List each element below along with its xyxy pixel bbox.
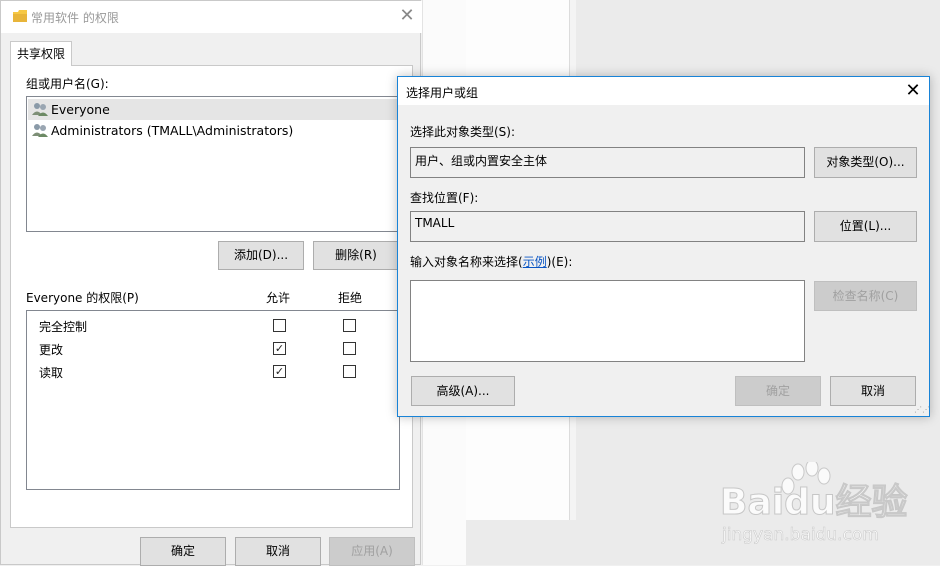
examples-link[interactable]: 示例 [523, 255, 547, 269]
ok-button[interactable]: 确定 [140, 537, 226, 566]
enter-names-label: 输入对象名称来选择(示例)(E): [410, 253, 572, 270]
allow-column-header: 允许 [266, 291, 291, 305]
check-names-button[interactable]: 检查名称(C) [814, 281, 917, 311]
location-field: TMALL [410, 211, 805, 242]
permissions-list: 完全控制 更改 ✓ 读取 ✓ [26, 310, 400, 490]
object-type-label: 选择此对象类型(S): [410, 125, 516, 139]
enter-names-label-prefix: 输入对象名称来选择( [410, 255, 523, 269]
close-icon[interactable]: ✕ [397, 6, 417, 26]
advanced-button[interactable]: 高级(A)... [411, 376, 515, 406]
folder-icon [13, 10, 27, 22]
dialog-titlebar[interactable]: 选择用户或组 ✕ [398, 77, 929, 105]
tab-share-permissions[interactable]: 共享权限 [10, 41, 72, 66]
permission-label: 完全控制 [39, 320, 88, 334]
list-item[interactable]: Everyone [28, 99, 398, 120]
deny-column-header: 拒绝 [338, 291, 363, 305]
allow-checkbox[interactable] [273, 319, 286, 332]
resize-grip-icon[interactable]: ⋰⋰ [914, 405, 930, 415]
locations-button[interactable]: 位置(L)... [814, 211, 917, 242]
watermark-url: jingyan.baidu.com [721, 525, 879, 545]
watermark-brand: Baidu经验 [720, 482, 907, 523]
users-icon [32, 103, 48, 116]
close-icon[interactable]: ✕ [902, 80, 924, 102]
object-types-button[interactable]: 对象类型(O)... [814, 147, 917, 178]
deny-checkbox[interactable] [343, 365, 356, 378]
permissions-window-title: 常用软件 的权限 [31, 11, 119, 25]
object-names-input[interactable] [410, 280, 805, 362]
cancel-button[interactable]: 取消 [235, 537, 321, 566]
ok-button[interactable]: 确定 [735, 376, 821, 406]
cancel-button[interactable]: 取消 [830, 376, 916, 406]
user-name: Administrators (TMALL\Administrators) [51, 123, 294, 138]
allow-checkbox[interactable]: ✓ [273, 365, 286, 378]
users-icon [32, 124, 48, 137]
user-list[interactable]: Everyone Administrators (TMALL\Administr… [26, 96, 400, 232]
deny-checkbox[interactable] [343, 319, 356, 332]
apply-button[interactable]: 应用(A) [329, 537, 415, 566]
baidu-watermark: Baidu经验 jingyan.baidu.com [720, 462, 908, 545]
permission-label: 读取 [39, 366, 64, 380]
enter-names-label-suffix: )(E): [546, 255, 573, 269]
permissions-label: Everyone 的权限(P) [26, 291, 139, 305]
add-button[interactable]: 添加(D)... [218, 241, 304, 270]
dialog-title: 选择用户或组 [406, 86, 479, 100]
permission-label: 更改 [39, 343, 64, 357]
deny-checkbox[interactable] [343, 342, 356, 355]
remove-button[interactable]: 删除(R) [313, 241, 399, 270]
permissions-window-titlebar[interactable]: 常用软件 的权限 ✕ [1, 1, 422, 33]
permissions-window: 常用软件 的权限 ✕ 共享权限 组或用户名(G): Everyone Admin… [0, 0, 422, 566]
user-name: Everyone [51, 102, 110, 117]
allow-checkbox[interactable]: ✓ [273, 342, 286, 355]
location-label: 查找位置(F): [410, 191, 479, 205]
object-type-field: 用户、组或内置安全主体 [410, 147, 805, 178]
group-or-user-label: 组或用户名(G): [26, 77, 109, 91]
select-users-dialog: 选择用户或组 ✕ 选择此对象类型(S): 用户、组或内置安全主体 对象类型(O)… [397, 76, 930, 417]
